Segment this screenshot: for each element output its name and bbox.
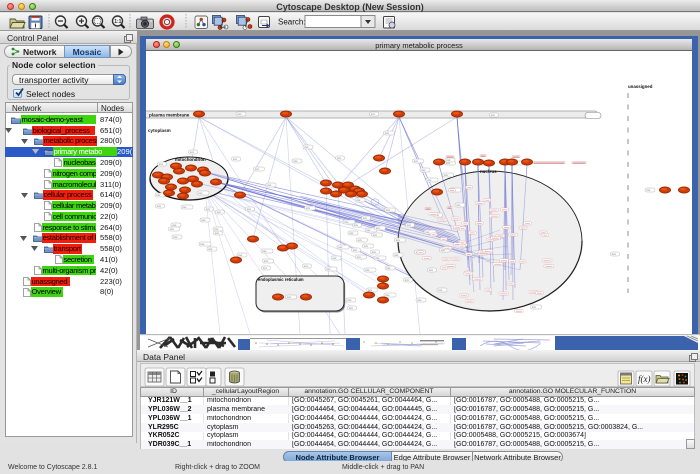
svg-text:xxx: xxx — [356, 198, 361, 202]
svg-text:xxx: xxx — [456, 203, 461, 207]
svg-text:xxx: xxx — [304, 264, 309, 268]
svg-text:xxx: xxx — [414, 159, 419, 163]
svg-text:xxx: xxx — [349, 231, 354, 235]
svg-text:xxx: xxx — [425, 230, 430, 234]
svg-text:xxx: xxx — [386, 266, 391, 270]
svg-text:xxx: xxx — [206, 207, 211, 211]
svg-text:xxx: xxx — [156, 193, 161, 197]
svg-text:xxx: xxx — [363, 216, 368, 220]
svg-text:xxx: xxx — [200, 242, 205, 246]
svg-text:xxx: xxx — [347, 298, 352, 302]
svg-text:xxx: xxx — [237, 112, 242, 116]
svg-text:xxx: xxx — [386, 208, 391, 212]
svg-text:xxx: xxx — [233, 157, 238, 161]
svg-text:xxx: xxx — [201, 218, 206, 222]
svg-text:xxx: xxx — [407, 223, 412, 227]
svg-text:xxx: xxx — [255, 167, 260, 171]
svg-text:xxx: xxx — [353, 248, 358, 252]
svg-text:xxx: xxx — [366, 228, 371, 232]
svg-text:xxx: xxx — [385, 131, 390, 135]
svg-text:mitochondrion: mitochondrion — [175, 157, 206, 162]
svg-text:xxx: xxx — [444, 173, 449, 177]
svg-text:xxx: xxx — [364, 244, 369, 248]
svg-text:xxx: xxx — [344, 220, 349, 224]
svg-text:xxx: xxx — [385, 293, 390, 297]
svg-text:xxx: xxx — [170, 227, 175, 231]
svg-text:xxx: xxx — [427, 178, 432, 182]
svg-text:xxx: xxx — [304, 145, 309, 149]
svg-text:xxx: xxx — [247, 207, 252, 211]
svg-text:xxx: xxx — [357, 255, 362, 259]
svg-text:xxx: xxx — [349, 306, 354, 310]
svg-text:nucleus: nucleus — [480, 169, 497, 174]
svg-text:xxx: xxx — [173, 235, 178, 239]
svg-text:xxx: xxx — [190, 150, 195, 154]
svg-text:xxx: xxx — [438, 288, 443, 292]
svg-text:xxx: xxx — [326, 267, 331, 271]
svg-text:cytoplasm: cytoplasm — [148, 128, 171, 133]
svg-text:xxx: xxx — [182, 205, 187, 209]
svg-text:xxx: xxx — [293, 159, 298, 163]
svg-text:xxx: xxx — [338, 245, 343, 249]
svg-text:xxx: xxx — [446, 158, 451, 162]
svg-text:xxx: xxx — [532, 305, 537, 309]
svg-text:xxx: xxx — [198, 191, 203, 195]
svg-text:xxx: xxx — [365, 268, 370, 272]
svg-text:xxx: xxx — [238, 253, 243, 257]
svg-text:xxx: xxx — [287, 295, 292, 299]
svg-text:xxx: xxx — [264, 259, 269, 263]
svg-text:xxx: xxx — [214, 227, 219, 231]
svg-text:xxx: xxx — [429, 268, 434, 272]
svg-text:xxx: xxx — [262, 249, 267, 253]
svg-text:Search:: Search: — [278, 18, 306, 27]
svg-text:xxx: xxx — [157, 204, 162, 208]
svg-text:xxx: xxx — [332, 256, 337, 260]
svg-text:xxx: xxx — [396, 238, 401, 242]
svg-text:xxx: xxx — [394, 253, 399, 257]
svg-text:unassigned: unassigned — [628, 84, 653, 89]
svg-text:f(x): f(x) — [638, 374, 651, 384]
svg-text:xxx: xxx — [358, 238, 363, 242]
svg-text:xxx: xxx — [208, 247, 213, 251]
svg-text:xxx: xxx — [491, 113, 496, 117]
svg-text:xxx: xxx — [306, 206, 311, 210]
svg-text:xxx: xxx — [373, 233, 378, 237]
svg-text:xxx: xxx — [263, 266, 268, 270]
svg-text:xxx: xxx — [421, 168, 426, 172]
svg-text:xxx: xxx — [371, 112, 376, 116]
svg-text:xxx: xxx — [646, 188, 651, 192]
svg-text:1:1: 1:1 — [114, 19, 121, 25]
svg-text:xxx: xxx — [376, 226, 381, 230]
svg-text:xxx: xxx — [267, 183, 272, 187]
svg-text:xxx: xxx — [159, 162, 164, 166]
svg-text:xxx: xxx — [215, 231, 220, 235]
svg-text:xxx: xxx — [337, 156, 342, 160]
svg-text:xxx: xxx — [372, 250, 377, 254]
svg-text:plasma membrane: plasma membrane — [149, 113, 190, 118]
svg-text:xxx: xxx — [417, 298, 422, 302]
svg-text:xxx: xxx — [375, 256, 380, 260]
svg-text:xxx: xxx — [612, 252, 617, 256]
svg-text:endoplasmic reticulum: endoplasmic reticulum — [258, 277, 304, 282]
svg-text:xxx: xxx — [217, 210, 222, 214]
svg-text:xxx: xxx — [405, 278, 410, 282]
